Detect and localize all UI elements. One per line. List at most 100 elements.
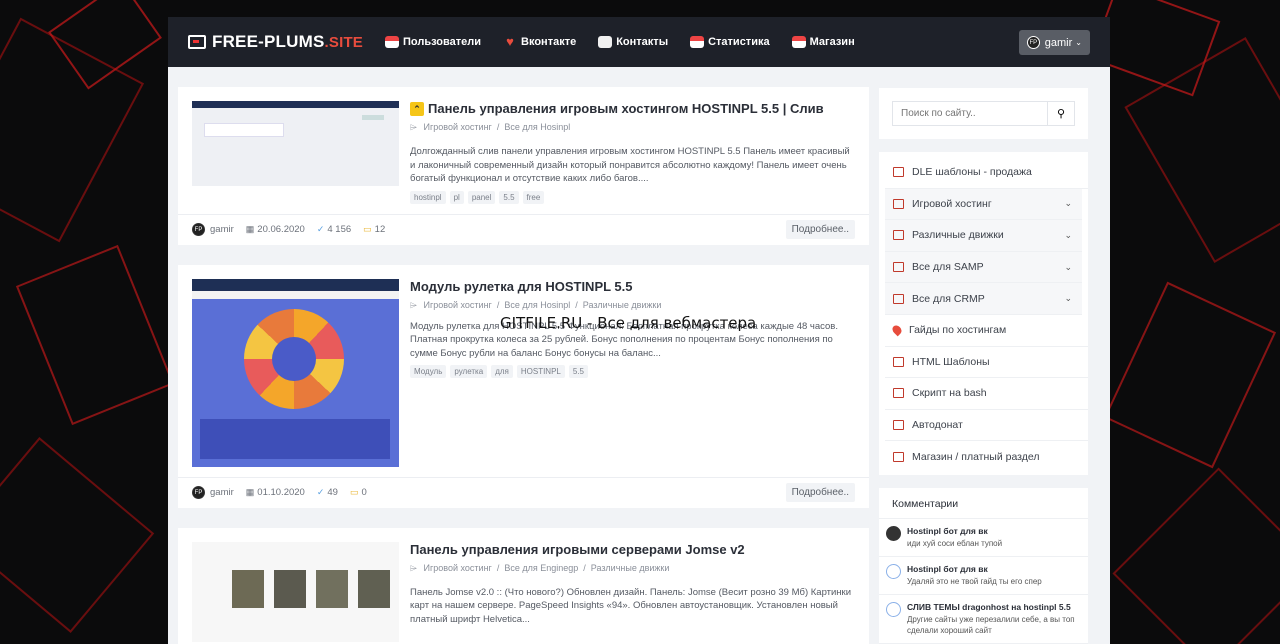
comment-text: иди хуй соси еблан тупой	[907, 538, 1003, 548]
post-tag[interactable]: HOSTINPL	[516, 365, 565, 378]
calendar-icon: ▦	[245, 487, 255, 497]
chevron-down-icon[interactable]: ⌄	[1064, 198, 1072, 209]
post-list: ⌃ Панель управления игровым хостингом HO…	[178, 87, 869, 644]
post-title-text[interactable]: Панель управления игровыми серверами Jom…	[410, 542, 745, 558]
comments-box: Комментарии Hostinpl бот для вк иди хуй с…	[879, 487, 1088, 644]
pinned-icon: ⌃	[410, 102, 424, 116]
post-title[interactable]: ⌃ Панель управления игровым хостингом HO…	[410, 101, 855, 117]
category-menu: DLE шаблоны - продажа Игровой хостинг ⌄ Р…	[879, 152, 1088, 475]
main-nav: Пользователи ♥ Вконтакте Контакты Статис…	[385, 34, 877, 49]
avatar	[886, 525, 901, 541]
menu-item-bash[interactable]: Скрипт на bash	[885, 378, 1088, 410]
dle-icon	[893, 167, 904, 178]
vk-icon: ♥	[506, 34, 514, 49]
post-views: ✓ 4 156	[316, 224, 352, 235]
menu-item-samp[interactable]: Все для SAMP ⌄	[885, 251, 1082, 284]
menu-item-shop[interactable]: Магазин / платный раздел	[885, 441, 1088, 473]
terminal-icon	[893, 388, 904, 399]
post-author[interactable]: FP gamir	[192, 223, 234, 236]
post-date: ▦ 01.10.2020	[245, 487, 305, 498]
category-link[interactable]: Различные движки	[591, 563, 670, 573]
post-tag[interactable]: hostinpl	[410, 190, 446, 204]
author-avatar: FP	[192, 486, 205, 499]
post-card: Модуль рулетка для HOSTINPL 5.5 ⌲ Игрово…	[178, 264, 869, 508]
comment-post-title[interactable]: СЛИВ ТЕМЫ dragonhost на hostinpl 5.5	[907, 602, 1081, 612]
post-categories: ⌲ Игровой хостинг / Все для Hosinpl	[410, 122, 571, 132]
category-link[interactable]: Игровой хостинг	[424, 122, 492, 132]
menu-item-html[interactable]: HTML Шаблоны	[885, 347, 1088, 379]
post-title-text[interactable]: Модуль рулетка для HOSTINPL 5.5	[410, 279, 633, 295]
post-comments: ▭ 0	[349, 487, 367, 498]
search-input[interactable]	[892, 101, 1047, 126]
nav-label: Статистика	[708, 36, 770, 48]
category-link[interactable]: Все для Hosinpl	[504, 300, 570, 310]
post-thumbnail[interactable]	[192, 278, 399, 467]
nav-users[interactable]: Пользователи	[385, 36, 481, 48]
post-tag[interactable]: 5.5	[568, 365, 588, 378]
comment-icon: ▭	[349, 487, 359, 497]
cloud-stats-icon	[690, 36, 705, 48]
read-more-button[interactable]: Подробнее..	[785, 220, 855, 239]
search-icon: ⚲	[1056, 108, 1066, 120]
post-views: ✓ 49	[316, 487, 338, 498]
nav-label: Вконтакте	[521, 36, 577, 48]
nav-contacts[interactable]: Контакты	[598, 36, 668, 48]
avatar	[886, 601, 901, 617]
comment-item[interactable]: Hostinpl бот для вк Удаляй это не твой га…	[879, 557, 1088, 595]
search-button[interactable]: ⚲	[1047, 101, 1075, 126]
post-author[interactable]: FP gamir	[192, 486, 234, 499]
post-title[interactable]: Панель управления игровыми серверами Jom…	[410, 542, 855, 558]
user-menu-button[interactable]: FP gamir ⌄	[1018, 30, 1090, 55]
comment-post-title[interactable]: Hostinpl бот для вк	[907, 526, 1002, 536]
user-name: gamir	[1044, 36, 1073, 49]
read-more-button[interactable]: Подробнее..	[785, 483, 855, 502]
post-thumbnail[interactable]	[192, 101, 399, 186]
nav-label: Магазин	[809, 36, 855, 48]
post-tag[interactable]: Модуль	[410, 365, 447, 378]
chevron-down-icon[interactable]: ⌄	[1064, 293, 1072, 304]
post-description: Долгожданный слив панели управления игро…	[410, 146, 850, 184]
post-title-text[interactable]: Панель управления игровым хостингом HOST…	[428, 101, 824, 117]
site-logo[interactable]: FREE-PLUMS .SITE	[188, 32, 363, 52]
post-tag[interactable]: free	[522, 190, 545, 204]
avatar: FP	[1026, 36, 1040, 49]
chevron-down-icon[interactable]: ⌄	[1064, 230, 1072, 241]
chevron-down-icon: ⌄	[1075, 38, 1082, 47]
post-tag[interactable]: для	[491, 365, 513, 378]
comment-item[interactable]: Hostinpl бот для вк иди хуй соси еблан ту…	[879, 519, 1088, 557]
category-link[interactable]: Игровой хостинг	[424, 300, 492, 310]
menu-item-guides[interactable]: Гайды по хостингам	[885, 315, 1088, 347]
comment-post-title[interactable]: Hostinpl бот для вк	[907, 564, 1042, 574]
comment-item[interactable]: СЛИВ ТЕМЫ dragonhost на hostinpl 5.5 Друг…	[879, 595, 1088, 644]
post-title[interactable]: Модуль рулетка для HOSTINPL 5.5	[410, 279, 855, 295]
post-tag[interactable]: рулетка	[450, 365, 488, 378]
samp-icon	[893, 262, 904, 273]
nav-stats[interactable]: Статистика	[690, 36, 770, 48]
post-tag[interactable]: 5.5	[499, 190, 519, 204]
category-link[interactable]: Все для Hosinpl	[504, 122, 570, 132]
post-tags: hostinpl pl panel 5.5 free	[410, 190, 855, 204]
post-tag[interactable]: pl	[449, 190, 464, 204]
post-description: Панель Jomse v2.0 :: (Что нового?) Обнов…	[410, 586, 852, 625]
menu-item-engines[interactable]: Различные движки ⌄	[885, 220, 1082, 252]
views-icon: ✓	[316, 487, 325, 497]
post-tag[interactable]: panel	[467, 190, 496, 204]
nav-vk[interactable]: ♥ Вконтакте	[503, 34, 577, 49]
site-header: FREE-PLUMS .SITE Пользователи ♥ Вконтакт…	[168, 17, 1110, 67]
post-comments: ▭ 12	[363, 224, 386, 235]
menu-item-crmp[interactable]: Все для CRMP ⌄	[885, 283, 1082, 315]
post-thumbnail[interactable]	[192, 541, 399, 642]
chevron-down-icon[interactable]: ⌄	[1064, 262, 1072, 273]
category-link[interactable]: Игровой хостинг	[424, 563, 492, 573]
menu-item-dle[interactable]: DLE шаблоны - продажа	[885, 157, 1088, 189]
category-link[interactable]: Различные движки	[583, 300, 662, 310]
nav-shop[interactable]: Магазин	[791, 36, 855, 48]
menu-item-autodonate[interactable]: Автодонат	[885, 410, 1088, 442]
menu-item-game-hosting[interactable]: Игровой хостинг ⌄	[885, 188, 1082, 221]
category-link[interactable]: Все для Enginegp	[504, 563, 578, 573]
server-icon	[893, 198, 904, 209]
map-pin-icon	[890, 323, 904, 337]
avatar	[886, 563, 901, 579]
post-card: Панель управления игровыми серверами Jom…	[178, 527, 869, 644]
cart-icon	[893, 452, 904, 463]
